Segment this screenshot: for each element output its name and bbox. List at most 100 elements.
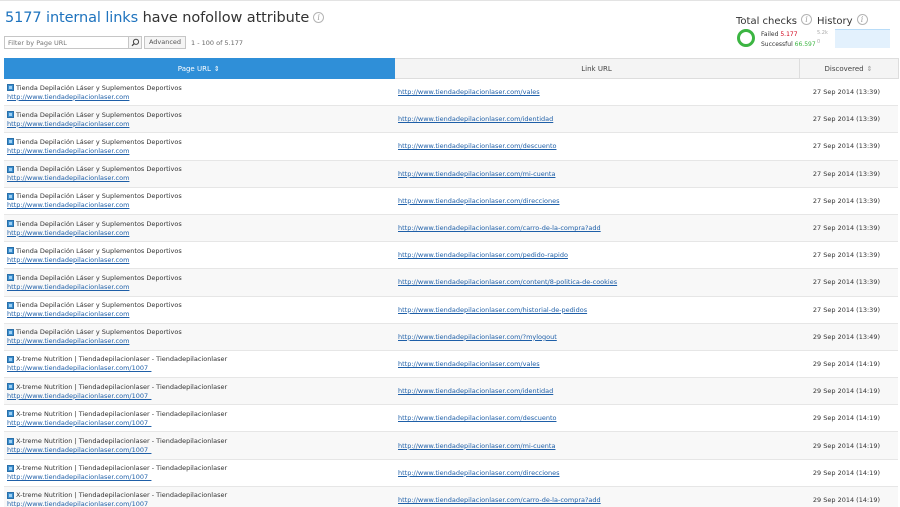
external-link-icon[interactable] [7,84,14,92]
history-label: History [817,16,853,27]
external-link-icon[interactable] [7,138,14,146]
external-link-icon[interactable] [7,301,14,309]
link-url-link[interactable]: http://www.tiendadepilacionlaser.com/car… [398,224,601,232]
link-url-link[interactable]: http://www.tiendadepilacionlaser.com/ped… [398,251,568,259]
page-url-cell: Tienda Depilación Láser y Suplementos De… [4,296,394,324]
link-url-link[interactable]: http://www.tiendadepilacionlaser.com/mi-… [398,442,555,450]
link-url-cell: http://www.tiendadepilacionlaser.com/mi-… [394,431,799,460]
discovered-date: 27 Sep 2014 (13:39) [812,142,880,151]
external-link-icon[interactable] [7,165,14,173]
page-title-text: Tienda Depilación Láser y Suplementos De… [7,138,394,146]
external-link-icon[interactable] [7,111,14,119]
link-url-link[interactable]: http://www.tiendadepilacionlaser.com/ide… [398,387,553,395]
discovered-date: 29 Sep 2014 (13:49) [812,332,880,341]
page-title-label: Tienda Depilación Láser y Suplementos De… [16,246,182,255]
total-checks-label: Total checks [736,16,798,27]
page-title: 5177 internal links have nofollow attrib… [5,10,325,26]
external-link-icon[interactable] [7,491,14,499]
table-row: X-treme Nutrition | Tiendadepilacionlase… [4,431,898,460]
discovered-cell: 29 Sep 2014 (14:19) [799,431,898,460]
issue-count: 5177 internal links [5,10,139,26]
link-url-cell: http://www.tiendadepilacionlaser.com/?my… [394,323,799,351]
filter-search-button[interactable] [128,36,142,49]
link-url-cell: http://www.tiendadepilacionlaser.com/dir… [394,459,799,487]
search-icon [131,38,140,47]
column-header-page-url[interactable]: Page URL ⇕ [4,58,395,79]
page-url-link[interactable]: http://www.tiendadepilacionlaser.com [7,174,394,182]
history-chart[interactable] [835,29,890,48]
page-url-link[interactable]: http://www.tiendadepilacionlaser.com/100… [7,473,394,481]
history-axis-max: 5.2k [817,30,828,36]
failed-label: Failed [761,31,779,38]
link-url-link[interactable]: http://www.tiendadepilacionlaser.com/val… [398,88,540,96]
discovered-date: 27 Sep 2014 (13:39) [812,278,880,287]
discovered-cell: 29 Sep 2014 (14:19) [799,459,898,487]
link-url-link[interactable]: http://www.tiendadepilacionlaser.com/dir… [398,197,560,205]
page-title-label: Tienda Depilación Láser y Suplementos De… [16,219,182,228]
page-url-link[interactable]: http://www.tiendadepilacionlaser.com [7,310,394,318]
advanced-button[interactable]: Advanced [144,36,186,49]
link-url-link[interactable]: http://www.tiendadepilacionlaser.com/dir… [398,469,560,477]
link-url-cell: http://www.tiendadepilacionlaser.com/ped… [394,241,799,270]
page-title-label: X-treme Nutrition | Tiendadepilacionlase… [16,382,228,391]
external-link-icon[interactable] [7,383,14,391]
external-link-icon[interactable] [7,274,14,282]
link-url-link[interactable]: http://www.tiendadepilacionlaser.com/mi-… [398,170,555,178]
external-link-icon[interactable] [7,192,14,200]
external-link-icon[interactable] [7,437,14,445]
page-url-link[interactable]: http://www.tiendadepilacionlaser.com [7,120,394,128]
page-url-link[interactable]: http://www.tiendadepilacionlaser.com [7,337,394,345]
page-url-link[interactable]: http://www.tiendadepilacionlaser.com [7,201,394,209]
page-url-link[interactable]: http://www.tiendadepilacionlaser.com/100… [7,500,394,507]
info-icon[interactable]: i [856,14,868,25]
discovered-cell: 29 Sep 2014 (14:19) [799,350,898,379]
table-row: Tienda Depilación Láser y Suplementos De… [4,214,898,243]
page-url-link[interactable]: http://www.tiendadepilacionlaser.com [7,93,394,101]
link-url-link[interactable]: http://www.tiendadepilacionlaser.com/car… [398,496,601,504]
page-url-link[interactable]: http://www.tiendadepilacionlaser.com/100… [7,392,394,400]
external-link-icon[interactable] [7,328,14,336]
discovered-date: 29 Sep 2014 (14:19) [812,359,880,368]
external-link-icon[interactable] [7,355,14,363]
link-url-cell: http://www.tiendadepilacionlaser.com/car… [394,214,799,243]
page-title-text: X-treme Nutrition | Tiendadepilacionlase… [7,437,394,445]
page-title-text: Tienda Depilación Láser y Suplementos De… [7,220,394,228]
issue-description: have nofollow attribute [138,10,310,26]
page-url-link[interactable]: http://www.tiendadepilacionlaser.com/100… [7,364,394,372]
info-icon[interactable]: i [313,12,325,23]
link-url-link[interactable]: http://www.tiendadepilacionlaser.com/his… [398,306,587,314]
link-url-link[interactable]: http://www.tiendadepilacionlaser.com/des… [398,414,556,422]
page-url-link[interactable]: http://www.tiendadepilacionlaser.com [7,229,394,237]
page-url-link[interactable]: http://www.tiendadepilacionlaser.com/100… [7,419,394,427]
total-checks-title: Total checks i [736,14,813,27]
page-title-text: Tienda Depilación Láser y Suplementos De… [7,192,394,200]
discovered-cell: 27 Sep 2014 (13:39) [799,296,898,324]
discovered-cell: 27 Sep 2014 (13:39) [799,105,898,134]
link-url-link[interactable]: http://www.tiendadepilacionlaser.com/?my… [398,333,557,341]
column-header-discovered[interactable]: Discovered ⇕ [799,58,899,79]
page-url-link[interactable]: http://www.tiendadepilacionlaser.com [7,147,394,155]
page-url-cell: X-treme Nutrition | Tiendadepilacionlase… [4,431,394,460]
link-url-link[interactable]: http://www.tiendadepilacionlaser.com/con… [398,278,617,286]
external-link-icon[interactable] [7,247,14,255]
discovered-date: 27 Sep 2014 (13:39) [812,196,880,205]
table-row: Tienda Depilación Láser y Suplementos De… [4,323,898,351]
discovered-cell: 27 Sep 2014 (13:39) [799,132,898,161]
info-icon[interactable]: i [801,14,813,25]
page-title-label: Tienda Depilación Láser y Suplementos De… [16,273,182,282]
external-link-icon[interactable] [7,410,14,418]
page-url-link[interactable]: http://www.tiendadepilacionlaser.com/100… [7,446,394,454]
discovered-cell: 27 Sep 2014 (13:39) [799,268,898,297]
link-url-cell: http://www.tiendadepilacionlaser.com/his… [394,296,799,324]
filter-input[interactable] [4,36,142,49]
discovered-date: 29 Sep 2014 (14:19) [812,468,880,477]
page-title-text: Tienda Depilación Láser y Suplementos De… [7,111,394,119]
external-link-icon[interactable] [7,464,14,472]
link-url-link[interactable]: http://www.tiendadepilacionlaser.com/ide… [398,115,553,123]
page-url-link[interactable]: http://www.tiendadepilacionlaser.com [7,256,394,264]
link-url-link[interactable]: http://www.tiendadepilacionlaser.com/des… [398,142,556,150]
page-url-link[interactable]: http://www.tiendadepilacionlaser.com [7,283,394,291]
external-link-icon[interactable] [7,220,14,228]
link-url-link[interactable]: http://www.tiendadepilacionlaser.com/val… [398,360,540,368]
column-header-link-url: Link URL [394,58,800,79]
